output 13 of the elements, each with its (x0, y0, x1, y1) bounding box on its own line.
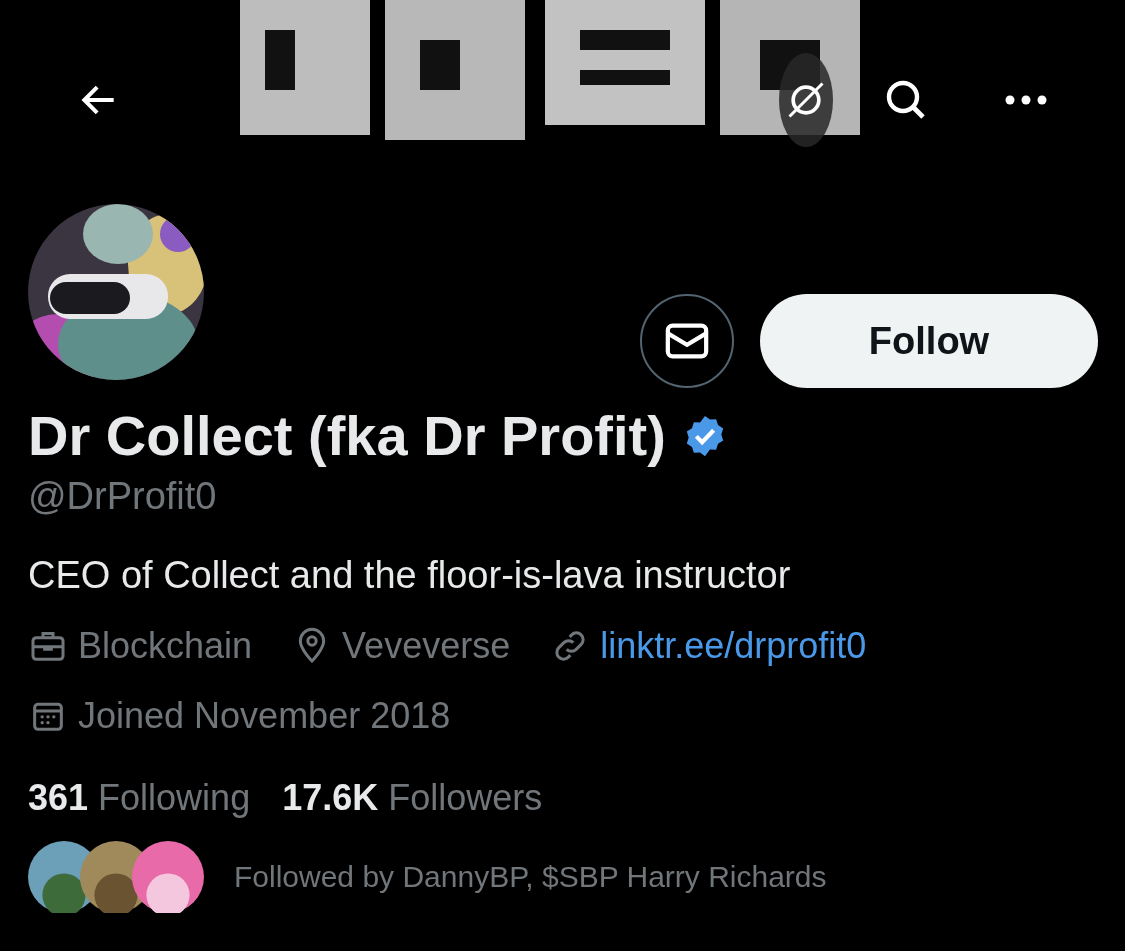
profile-handle: @DrProfit0 (28, 475, 218, 519)
followed-by-text: Followed by DannyBP, $SBP Harry Richards (234, 860, 827, 895)
follow-count-link[interactable]: 17.6K Followers (282, 777, 543, 820)
website-link[interactable]: linktr.ee/drprofit0 (600, 625, 867, 668)
envelope-icon (664, 321, 710, 361)
profile-name: Dr Collect (fka Dr Profit) (28, 403, 666, 469)
follow-button[interactable]: Follow (760, 294, 1098, 388)
location-text: Veveverse (342, 625, 511, 668)
joined-date: Joined November 2018 (78, 695, 451, 738)
follow-count-link[interactable]: 361 Following (28, 777, 251, 820)
profession-text: Blockchain (78, 625, 253, 668)
profile-bio: CEO of Collect and the floor-is-lava instructor (28, 554, 792, 598)
more-icon (1004, 94, 1048, 106)
